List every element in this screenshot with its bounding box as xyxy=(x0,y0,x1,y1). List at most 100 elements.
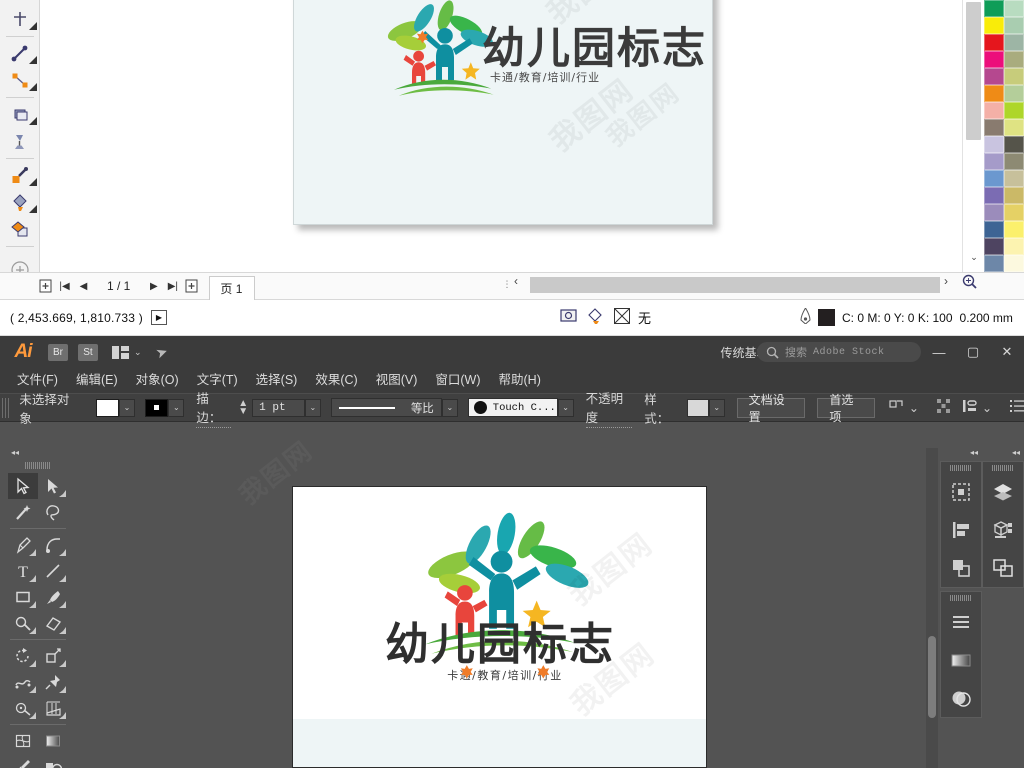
palette-swatch[interactable] xyxy=(1004,102,1024,119)
menu-对象o[interactable]: 对象(O) xyxy=(127,368,188,393)
rotate-tool[interactable] xyxy=(8,643,38,669)
paintbrush-tool[interactable] xyxy=(38,584,68,610)
rectangle-tool[interactable] xyxy=(8,584,38,610)
palette-swatch[interactable] xyxy=(984,17,1004,34)
palette-column-left[interactable] xyxy=(984,0,1004,272)
control-bar-menu-button[interactable] xyxy=(1010,400,1024,415)
document-vertical-scrollbar[interactable] xyxy=(926,448,938,768)
brush-definition-select[interactable]: Touch C... xyxy=(467,398,558,417)
illustrator-document-area[interactable]: 幼儿园标志 卡通/教育/培训/行业 我图网 我图网 我图网 xyxy=(68,435,938,768)
palette-swatch[interactable] xyxy=(1004,17,1024,34)
panel-grip[interactable] xyxy=(992,465,1014,471)
palette-swatch[interactable] xyxy=(1004,187,1024,204)
palette-swatch[interactable] xyxy=(1004,238,1024,255)
line-segment-tool[interactable] xyxy=(38,558,68,584)
palette-swatch[interactable] xyxy=(984,170,1004,187)
hscroll-right-button[interactable]: › xyxy=(944,274,948,288)
eraser-tool[interactable] xyxy=(38,610,68,636)
transform-dropdown-button[interactable]: ⌄ xyxy=(909,401,919,415)
drop-shadow-tool[interactable] xyxy=(0,101,40,128)
graphic-style-swatch[interactable] xyxy=(687,398,709,417)
prev-page-button[interactable]: ◀ xyxy=(74,275,93,297)
palette-swatch[interactable] xyxy=(984,187,1004,204)
palette-swatch[interactable] xyxy=(984,102,1004,119)
gradient-tool[interactable] xyxy=(38,728,68,754)
stroke-weight-stepper[interactable]: ▲ ▼ xyxy=(238,398,248,416)
fill-color-swatch[interactable] xyxy=(95,398,119,417)
interactive-fill-tool[interactable] xyxy=(0,189,40,216)
panel-transparency[interactable] xyxy=(941,679,981,717)
palette-swatch[interactable] xyxy=(984,204,1004,221)
panel-artboards[interactable] xyxy=(983,549,1023,587)
palette-swatch[interactable] xyxy=(1004,85,1024,102)
page-tab-1[interactable]: 页 1 xyxy=(209,276,256,300)
palette-swatch[interactable] xyxy=(1004,119,1024,136)
top-app-canvas[interactable]: 幼儿园标志 卡通/教育/培训/行业 我图网 我图网 我图网 xyxy=(40,0,984,272)
discover-rocket-icon[interactable]: ➤ xyxy=(153,342,170,362)
palette-swatch[interactable] xyxy=(984,51,1004,68)
profile-dropdown-button[interactable]: ⌄ xyxy=(441,398,458,417)
panel-gradient[interactable] xyxy=(941,641,981,679)
top-app-vertical-scrollbar[interactable]: ⌄ xyxy=(962,0,984,272)
preferences-button[interactable]: 首选项 xyxy=(817,393,875,424)
palette-swatch[interactable] xyxy=(1004,170,1024,187)
palette-swatch[interactable] xyxy=(984,85,1004,102)
palette-swatch[interactable] xyxy=(1004,255,1024,272)
top-app-page[interactable]: 幼儿园标志 卡通/教育/培训/行业 我图网 我图网 xyxy=(293,0,713,225)
variable-width-profile-select[interactable]: 等比 xyxy=(330,398,442,417)
type-tool[interactable]: T xyxy=(8,558,38,584)
brush-dropdown-button[interactable]: ⌄ xyxy=(557,398,574,417)
width-warp-tool[interactable] xyxy=(8,669,38,695)
next-page-button[interactable]: ▶ xyxy=(144,275,163,297)
palette-swatch[interactable] xyxy=(984,153,1004,170)
artboard[interactable]: 幼儿园标志 卡通/教育/培训/行业 我图网 我图网 xyxy=(292,486,707,768)
stock-button[interactable]: St xyxy=(78,343,98,361)
opacity-label[interactable]: 不透明度 xyxy=(585,388,633,428)
scroll-down-button[interactable]: ⌄ xyxy=(966,250,982,265)
scrollbar-thumb[interactable] xyxy=(928,636,936,718)
align-panel-button[interactable] xyxy=(936,399,951,416)
perspective-grid-tool[interactable] xyxy=(38,695,68,721)
snap-monitor-button[interactable] xyxy=(560,308,577,327)
dimension-tool[interactable] xyxy=(0,40,40,67)
hscroll-left-button[interactable]: ‹ xyxy=(514,274,518,288)
maximize-button[interactable]: ▢ xyxy=(956,336,990,368)
curvature-tool[interactable] xyxy=(38,532,68,558)
palette-swatch[interactable] xyxy=(984,221,1004,238)
no-fill-swatch[interactable] xyxy=(614,308,630,327)
fill-color-button[interactable] xyxy=(587,308,604,327)
color-eyedropper-tool[interactable] xyxy=(0,162,40,189)
panel-grip[interactable] xyxy=(950,595,972,601)
panel-paragraph[interactable] xyxy=(941,603,981,641)
close-button[interactable]: ✕ xyxy=(990,336,1024,368)
selection-tool[interactable] xyxy=(8,473,38,499)
panel-layers[interactable] xyxy=(983,473,1023,511)
menu-效果c[interactable]: 效果(C) xyxy=(306,368,366,393)
palette-swatch[interactable] xyxy=(984,0,1004,17)
menu-选择s[interactable]: 选择(S) xyxy=(247,368,307,393)
stock-search-input[interactable]: 搜索 Adobe Stock xyxy=(757,342,921,362)
hscroll-resize-grip[interactable]: ⋮ xyxy=(500,273,514,295)
stroke-weight-input[interactable]: 1 pt xyxy=(252,398,305,417)
last-page-button[interactable]: ▶| xyxy=(163,275,182,297)
stroke-color-swatch[interactable] xyxy=(144,398,169,417)
control-bar-grip[interactable] xyxy=(2,397,12,418)
palette-swatch[interactable] xyxy=(984,136,1004,153)
palette-swatch[interactable] xyxy=(984,68,1004,85)
palette-swatch[interactable] xyxy=(1004,68,1024,85)
palette-swatch[interactable] xyxy=(984,34,1004,51)
shaper-pencil-tool[interactable] xyxy=(8,610,38,636)
blend-tool[interactable] xyxy=(38,754,68,768)
arrange-documents-button[interactable]: ⌄ xyxy=(112,345,142,359)
transform-panel-button[interactable] xyxy=(889,399,904,416)
lasso-tool[interactable] xyxy=(38,499,68,525)
menu-视图v[interactable]: 视图(V) xyxy=(367,368,427,393)
palette-swatch[interactable] xyxy=(1004,34,1024,51)
magic-wand-tool[interactable] xyxy=(8,499,38,525)
distribute-dropdown-button[interactable]: ⌄ xyxy=(982,401,992,415)
smart-fill-tool[interactable] xyxy=(0,216,40,243)
connector-tool[interactable] xyxy=(0,67,40,94)
panel-libraries[interactable] xyxy=(983,511,1023,549)
minimize-button[interactable]: — xyxy=(922,336,956,368)
panel-grip[interactable] xyxy=(950,465,972,471)
